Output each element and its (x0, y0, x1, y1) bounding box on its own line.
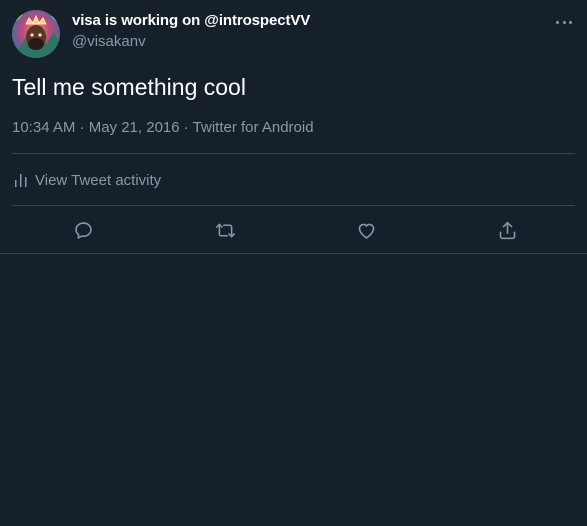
tweet-meta[interactable]: 10:34 AM · May 21, 2016 · Twitter for An… (12, 118, 314, 138)
tweet-actions (12, 206, 575, 254)
retweet-icon (215, 223, 235, 237)
author-display-name[interactable]: visa is working on @introspectVV (72, 11, 310, 31)
divider (12, 153, 575, 154)
heart-icon (358, 223, 374, 239)
tweet-text: Tell me something cool (12, 74, 246, 100)
tweet-card: visa is working on @introspectVV @visaka… (0, 0, 587, 526)
bar-chart-icon (15, 174, 27, 187)
view-tweet-activity-label: View Tweet activity (35, 171, 162, 189)
tweet-header: visa is working on @introspectVV @visaka… (12, 10, 575, 58)
divider (0, 253, 587, 254)
share-button[interactable] (494, 217, 520, 243)
like-button[interactable] (353, 217, 379, 243)
retweet-button[interactable] (212, 217, 238, 243)
author-names: visa is working on @introspectVV @visaka… (72, 11, 310, 52)
author-handle[interactable]: @visakanv (72, 32, 310, 52)
view-tweet-activity-link[interactable]: View Tweet activity (12, 170, 161, 190)
reply-icon (74, 221, 92, 239)
reply-button[interactable] (70, 217, 96, 243)
avatar-image (12, 10, 60, 58)
share-icon (499, 221, 515, 239)
author-avatar[interactable] (12, 10, 60, 58)
more-icon[interactable] (553, 14, 575, 30)
